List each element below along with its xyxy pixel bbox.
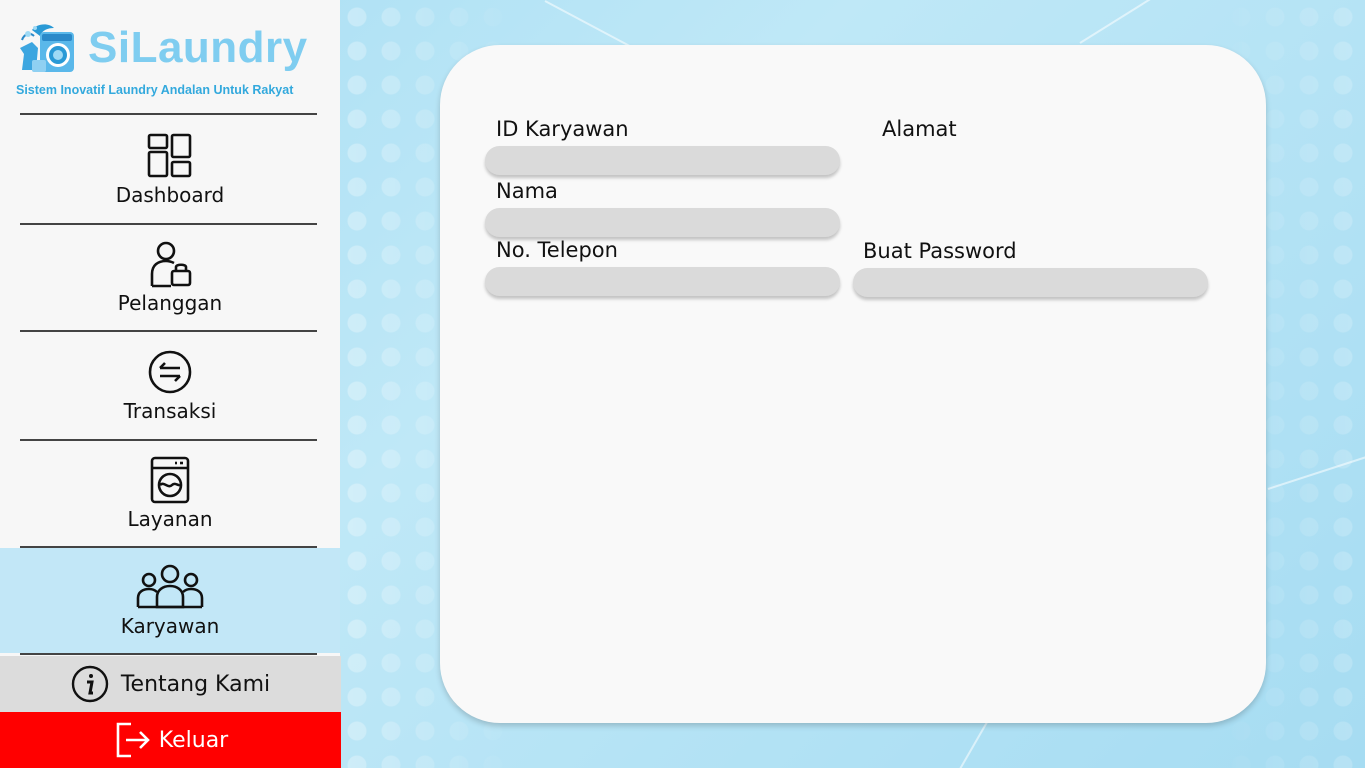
about-us-label: Tentang Kami (120, 671, 271, 697)
divider (20, 653, 317, 655)
about-us-button[interactable]: Tentang Kami (0, 656, 341, 712)
address-label: Alamat (882, 117, 957, 141)
employee-id-label: ID Karyawan (496, 117, 629, 141)
sidebar-item-label: Pelanggan (117, 291, 223, 315)
laundry-logo-icon (20, 24, 74, 72)
sidebar-item-label: Dashboard (115, 182, 225, 207)
password-input[interactable] (853, 268, 1208, 297)
sidebar-item-dashboard[interactable]: Dashboard (0, 115, 340, 223)
password-label: Buat Password (863, 239, 1017, 263)
logout-button[interactable]: Keluar (0, 712, 341, 768)
employee-id-input[interactable] (485, 146, 840, 175)
sidebar-item-transaksi[interactable]: Transaksi (0, 332, 340, 439)
sidebar-item-label: Layanan (127, 507, 213, 531)
logout-label: Keluar (158, 727, 229, 753)
transaction-icon (148, 350, 192, 394)
sidebar: SiLaundry Sistem Inovatif Laundry Andala… (0, 0, 341, 768)
employees-icon (136, 564, 204, 609)
washing-machine-icon (150, 456, 190, 504)
app-title: SiLaundry (88, 23, 308, 72)
name-label: Nama (496, 179, 558, 203)
app-subtitle: Sistem Inovatif Laundry Andalan Untuk Ra… (16, 83, 294, 97)
logout-icon (116, 722, 150, 758)
customer-icon (150, 241, 192, 288)
name-input[interactable] (485, 208, 840, 237)
sidebar-item-label: Transaksi (123, 399, 217, 423)
app-logo: SiLaundry Sistem Inovatif Laundry Andala… (16, 22, 326, 102)
employee-form-card: ID Karyawan Alamat Nama No. Telepon Buat… (440, 45, 1266, 723)
phone-label: No. Telepon (496, 238, 618, 262)
sidebar-item-karyawan[interactable]: Karyawan (0, 548, 340, 653)
sidebar-item-layanan[interactable]: Layanan (0, 441, 340, 546)
sidebar-item-label: Karyawan (120, 614, 220, 638)
sidebar-item-pelanggan[interactable]: Pelanggan (0, 225, 340, 330)
phone-input[interactable] (485, 267, 840, 296)
info-icon (71, 665, 109, 703)
dashboard-icon (147, 133, 192, 177)
